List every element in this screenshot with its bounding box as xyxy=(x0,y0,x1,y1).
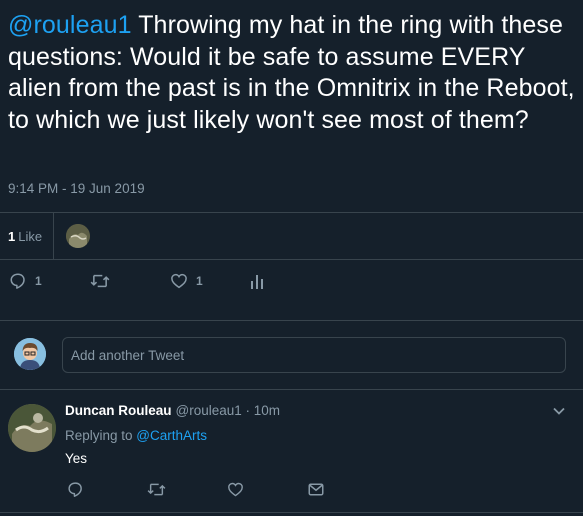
likes-row: 1 Like xyxy=(0,213,583,259)
retweet-icon xyxy=(147,483,166,496)
analytics-button[interactable] xyxy=(250,272,264,290)
retweet-icon xyxy=(90,274,110,288)
tweet-actions: 1 1 xyxy=(0,272,583,296)
heart-icon xyxy=(228,482,243,497)
reply-menu-button[interactable] xyxy=(551,403,567,424)
retweet-button[interactable] xyxy=(90,272,110,290)
likes-count-link[interactable]: 1 Like xyxy=(8,229,42,244)
composer-avatar[interactable] xyxy=(14,338,46,370)
reply-retweet-button[interactable] xyxy=(147,481,166,498)
tweet-text: @rouleau1 Throwing my hat in the ring wi… xyxy=(8,10,578,136)
like-button[interactable]: 1 xyxy=(170,272,203,290)
message-icon xyxy=(308,483,324,496)
tweet-mention-link[interactable]: @rouleau1 xyxy=(8,11,132,39)
reply-actions xyxy=(0,481,583,501)
divider xyxy=(0,389,583,390)
replying-to: Replying to @CarthArts xyxy=(65,428,207,443)
likes-count-number: 1 xyxy=(8,229,16,244)
reply-author-meta[interactable]: @rouleau1 · 10m xyxy=(176,403,281,418)
like-count: 1 xyxy=(196,274,203,288)
reply-author-name[interactable]: Duncan Rouleau xyxy=(65,403,172,418)
likes-count-label: Like xyxy=(18,229,43,244)
divider xyxy=(0,512,583,513)
analytics-icon xyxy=(251,275,263,289)
replying-to-handle[interactable]: @CarthArts xyxy=(136,428,207,443)
reply-author-avatar[interactable] xyxy=(8,404,56,452)
reply-reply-button[interactable] xyxy=(67,481,84,498)
reply-author-avatar-image xyxy=(8,404,56,452)
reply-count: 1 xyxy=(35,274,42,288)
tweet-timestamp[interactable]: 9:14 PM - 19 Jun 2019 xyxy=(8,181,145,196)
reply-button[interactable]: 1 xyxy=(9,272,42,290)
divider xyxy=(0,259,583,260)
reply-header: Duncan Rouleau @rouleau1 · 10m xyxy=(65,403,280,418)
reply-text: Yes xyxy=(65,451,88,466)
reply-icon xyxy=(10,273,25,289)
heart-icon xyxy=(171,273,187,289)
liker-avatar[interactable] xyxy=(66,224,90,248)
reply-icon xyxy=(68,482,82,497)
chevron-down-icon xyxy=(553,407,565,415)
divider xyxy=(0,320,583,321)
replying-to-prefix: Replying to xyxy=(65,428,137,443)
reply-dm-button[interactable] xyxy=(307,481,325,498)
reply-like-button[interactable] xyxy=(227,481,244,498)
add-tweet-input[interactable] xyxy=(62,337,566,373)
composer-avatar-image xyxy=(14,338,46,370)
liker-avatar-image xyxy=(66,224,90,248)
likes-separator xyxy=(53,213,54,259)
